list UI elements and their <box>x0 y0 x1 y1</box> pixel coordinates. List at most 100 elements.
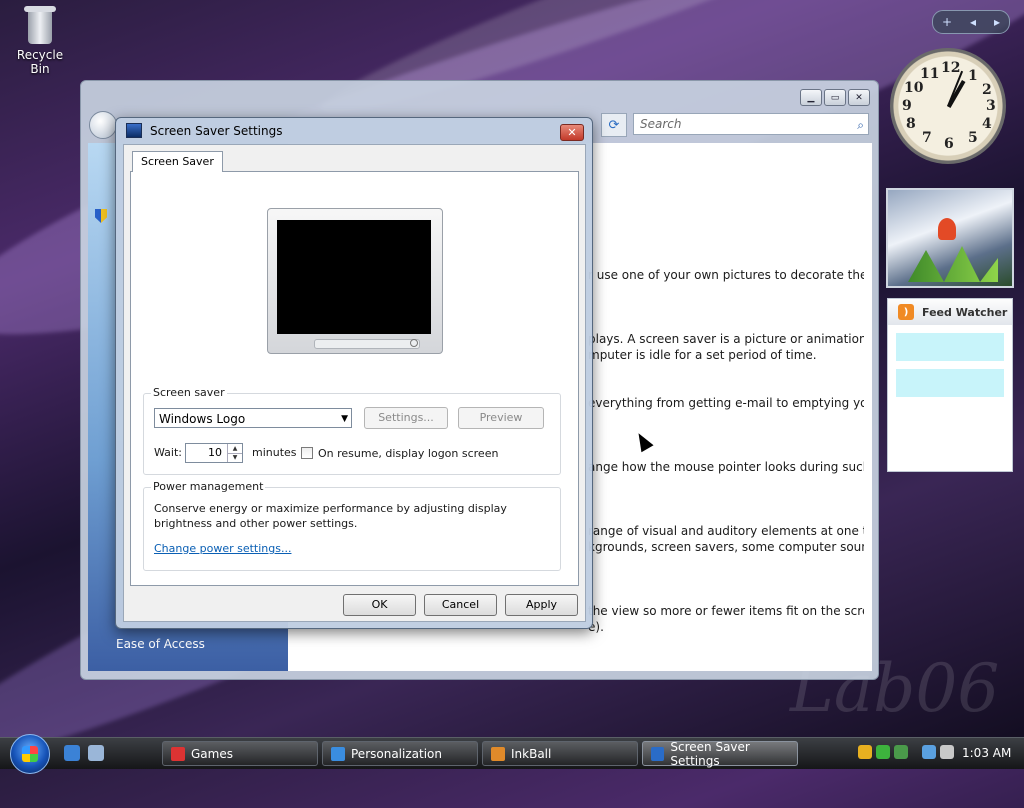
clock-number: 5 <box>968 130 978 146</box>
taskbar-item-screen-saver-settings[interactable]: Screen Saver Settings <box>642 739 798 768</box>
tab-screen-saver[interactable]: Screen Saver <box>132 151 223 172</box>
wait-minutes-spinner[interactable]: 10 ▲ ▼ <box>185 443 243 463</box>
screen-saver-dialog[interactable]: Screen Saver Settings ✕ Screen Saver Scr… <box>115 117 593 629</box>
minutes-label: minutes <box>252 446 297 459</box>
clock-number: 6 <box>944 136 954 152</box>
power-led-icon <box>410 339 418 347</box>
taskbar-item-inkball[interactable]: InkBall <box>482 741 638 766</box>
desc-text: plays. A screen saver is a picture or an… <box>588 332 864 346</box>
taskbar: Games Personalization InkBall Screen Sav… <box>0 734 1024 774</box>
display-icon <box>651 746 665 761</box>
games-icon <box>171 746 185 761</box>
change-power-settings-link[interactable]: Change power settings... <box>154 542 291 555</box>
clock-number: 3 <box>986 98 996 114</box>
close-button[interactable]: ✕ <box>560 124 584 141</box>
rss-icon: ) <box>898 304 914 320</box>
recycle-bin-label: Recycle Bin <box>16 48 64 76</box>
chevron-down-icon: ▼ <box>341 414 348 424</box>
network-icon[interactable] <box>922 745 936 759</box>
clock-number: 4 <box>982 116 992 132</box>
flower-image <box>938 218 956 240</box>
taskbar-item-label: InkBall <box>511 746 552 761</box>
resume-logon-checkbox[interactable] <box>301 447 313 459</box>
clock-number: 1 <box>968 68 978 84</box>
sidebar-prev-button[interactable]: ◂ <box>970 15 976 29</box>
ok-button[interactable]: OK <box>343 594 416 616</box>
close-button[interactable]: ✕ <box>848 89 870 106</box>
windows-logo-icon <box>22 746 38 762</box>
windows-update-icon[interactable] <box>894 745 908 759</box>
desc-text: range of visual and auditory elements at… <box>588 524 864 538</box>
resume-logon-label[interactable]: On resume, display logon screen <box>318 447 498 460</box>
desc-text: r use one of your own pictures to decora… <box>588 268 864 282</box>
clock-number: 7 <box>922 130 932 146</box>
clock-number: 9 <box>902 98 912 114</box>
apply-button[interactable]: Apply <box>505 594 578 616</box>
feed-item[interactable] <box>896 333 1004 361</box>
clock-number: 12 <box>941 60 961 76</box>
recycle-bin-icon[interactable]: Recycle Bin <box>8 4 72 76</box>
clock-gadget[interactable]: 12 1 2 3 4 5 6 7 8 9 10 11 <box>890 48 1006 164</box>
preview-button[interactable]: Preview <box>458 407 544 429</box>
clock-number: 2 <box>982 82 992 98</box>
taskbar-clock[interactable]: 1:03 AM <box>962 746 1011 760</box>
wait-label: Wait: <box>154 446 182 459</box>
sidebar-next-button[interactable]: ▸ <box>994 15 1000 29</box>
slideshow-gadget[interactable] <box>886 188 1014 288</box>
taskbar-item-label: Screen Saver Settings <box>670 739 750 768</box>
trash-icon <box>24 4 56 44</box>
taskbar-item-games[interactable]: Games <box>162 741 318 766</box>
taskbar-item-personalization[interactable]: Personalization <box>322 741 478 766</box>
desc-text: ange how the mouse pointer looks during … <box>588 460 864 474</box>
taskbar-item-label: Games <box>191 746 233 761</box>
screen-saver-select[interactable]: Windows Logo ▼ <box>154 408 352 428</box>
shield-icon <box>95 209 107 223</box>
desc-text: everything from getting e-mail to emptyi… <box>588 396 864 410</box>
display-icon <box>126 123 142 138</box>
start-button[interactable] <box>10 734 50 774</box>
screen-saver-group: Screen saver Windows Logo ▼ Settings... … <box>143 386 561 475</box>
taskbar-item-label: Personalization <box>351 746 442 761</box>
refresh-icon[interactable]: ⟳ <box>601 113 627 137</box>
display-icon <box>331 746 345 761</box>
back-button[interactable] <box>89 111 117 139</box>
clock-number: 8 <box>906 116 916 132</box>
maximize-button[interactable]: ▭ <box>824 89 846 106</box>
system-tray <box>858 745 954 759</box>
switch-windows-icon[interactable] <box>88 745 104 761</box>
group-label: Power management <box>151 480 266 493</box>
search-input[interactable]: Search ⌕ <box>633 113 869 135</box>
cancel-button[interactable]: Cancel <box>424 594 497 616</box>
search-icon[interactable]: ⌕ <box>857 115 864 135</box>
minimize-button[interactable]: ▁ <box>800 89 822 106</box>
security-alert-icon[interactable] <box>858 745 872 759</box>
sidebar-controls: + ◂ ▸ <box>932 10 1010 34</box>
volume-muted-icon[interactable] <box>940 745 954 759</box>
group-label: Screen saver <box>151 386 227 399</box>
desc-text: kgrounds, screen savers, some computer s… <box>588 540 864 554</box>
selected-screen-saver: Windows Logo <box>159 412 246 426</box>
sidebar-item-ease-of-access[interactable]: Ease of Access <box>116 637 205 651</box>
power-description: Conserve energy or maximize performance … <box>154 502 507 515</box>
internet-explorer-icon[interactable] <box>64 745 80 761</box>
settings-button[interactable]: Settings... <box>364 407 448 429</box>
search-placeholder: Search <box>640 117 682 131</box>
tab-panel: Screen saver Windows Logo ▼ Settings... … <box>130 171 579 586</box>
desc-text: e). <box>588 620 604 634</box>
wait-value: 10 <box>208 446 222 459</box>
desc-text: mputer is idle for a set period of time. <box>588 348 817 362</box>
preview-screen <box>277 220 431 334</box>
clock-number: 10 <box>904 80 924 96</box>
power-management-group: Power management Conserve energy or maxi… <box>143 480 561 571</box>
windows-defender-icon[interactable] <box>876 745 890 759</box>
monitor-preview <box>267 208 443 354</box>
clock-number: 11 <box>920 66 940 82</box>
add-gadget-button[interactable]: + <box>942 15 952 29</box>
leaves-image <box>908 246 998 282</box>
feed-watcher-gadget[interactable]: ) Feed Watcher <box>887 298 1013 472</box>
power-description: brightness and other power settings. <box>154 517 358 530</box>
feed-item[interactable] <box>896 369 1004 397</box>
desc-text: the view so more or fewer items fit on t… <box>588 604 864 618</box>
dialog-title: Screen Saver Settings <box>150 123 283 138</box>
spin-down-icon[interactable]: ▼ <box>227 453 242 462</box>
